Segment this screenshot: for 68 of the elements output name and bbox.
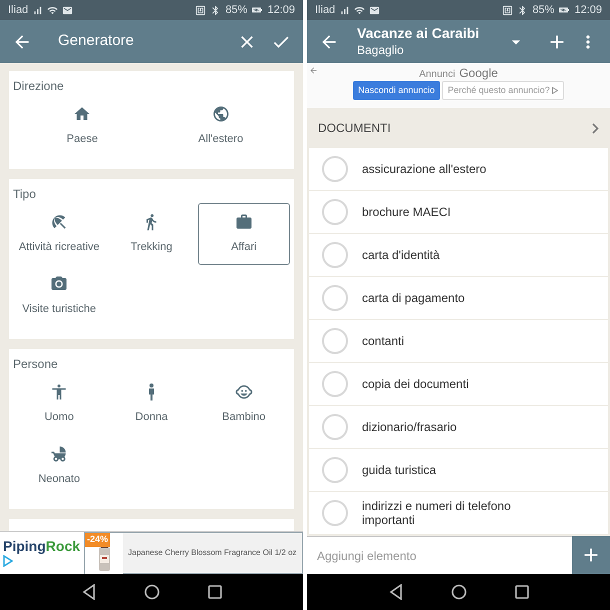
screen-title: Generatore xyxy=(58,31,135,52)
list-title: Vacanze ai Caraibi xyxy=(357,25,480,43)
category-header[interactable]: DOCUMENTI xyxy=(307,108,610,148)
umbrella-icon xyxy=(50,212,68,231)
recents-square-icon[interactable] xyxy=(514,585,528,599)
option-tile[interactable]: Uomo xyxy=(13,373,106,435)
nfc-icon xyxy=(502,4,514,16)
recents-square-icon[interactable] xyxy=(208,585,222,599)
checklist-item[interactable]: carta d'identità xyxy=(309,234,608,277)
signal-icon xyxy=(339,4,350,16)
baby-face-icon xyxy=(234,382,253,401)
person-icon xyxy=(50,382,68,401)
clock: 12:09 xyxy=(267,2,295,18)
back-icon[interactable] xyxy=(82,584,96,600)
option-tile[interactable]: Attività ricreative xyxy=(13,203,106,265)
ad-product-title: Japanese Cherry Blossom Fragrance Oil 1/2 oz xyxy=(128,547,297,559)
ad-provider: Google xyxy=(459,65,498,82)
hide-ad-button[interactable]: Nascondi annuncio xyxy=(353,81,440,100)
wifi-icon xyxy=(47,4,58,16)
battery-percent: 85% xyxy=(225,2,248,18)
option-tile[interactable]: Donna xyxy=(105,373,198,435)
wifi-icon xyxy=(354,4,366,16)
carrier-name: Iliad xyxy=(315,2,336,18)
chevron-right-icon xyxy=(592,122,599,134)
camera-icon xyxy=(50,274,68,293)
ad-choices-icon[interactable] xyxy=(3,555,13,567)
section-title: Tipo xyxy=(13,186,37,203)
mail-icon xyxy=(369,4,380,16)
checklist-item[interactable]: assicurazione all'estero xyxy=(309,148,608,191)
option-tile[interactable]: Trekking xyxy=(105,203,198,265)
section-title: Direzione xyxy=(13,78,65,95)
discount-badge: -24% xyxy=(85,533,110,546)
home-circle-icon[interactable] xyxy=(144,584,160,600)
mail-icon xyxy=(62,4,74,16)
option-tile[interactable]: Bambino xyxy=(198,373,290,435)
checklist-item[interactable]: carta di pagamento xyxy=(309,277,608,320)
checklist-item[interactable]: contanti xyxy=(309,320,608,363)
play-triangle-icon xyxy=(552,87,558,94)
battery-percent: 85% xyxy=(532,2,554,18)
ad-back-arrow-icon[interactable] xyxy=(309,66,318,75)
checklist-item[interactable]: dizionario/frasario xyxy=(309,406,608,449)
ad-banner[interactable]: PipingRock -24% Japanese Cherry Blossom Fragrance Oil 1/2 oz xyxy=(0,531,303,574)
signal-icon xyxy=(32,4,44,16)
list-subtitle: Bagaglio xyxy=(357,42,405,58)
briefcase-icon xyxy=(234,212,253,231)
home-circle-icon[interactable] xyxy=(450,584,466,600)
house-icon xyxy=(73,104,92,123)
brand-logo: PipingRock xyxy=(3,539,82,553)
option-tile[interactable]: All'estero xyxy=(152,95,290,157)
nfc-icon xyxy=(195,4,206,16)
clock: 12:09 xyxy=(574,2,602,18)
section-title: Persone xyxy=(13,356,59,373)
option-tile[interactable]: Neonato xyxy=(13,435,106,497)
checklist-item[interactable]: brochure MAECI xyxy=(309,191,608,234)
stroller-icon xyxy=(50,444,68,463)
back-icon[interactable] xyxy=(388,584,402,600)
globe-icon xyxy=(212,104,230,123)
carrier-name: Iliad xyxy=(8,2,28,18)
add-item-field[interactable]: Aggiungi elemento xyxy=(307,536,572,574)
checklist-item[interactable]: guida turistica xyxy=(309,449,608,492)
option-tile[interactable]: Visite turistiche xyxy=(13,265,106,327)
checklist-item[interactable]: copia dei documenti xyxy=(309,363,608,406)
option-tile[interactable]: Affari xyxy=(198,203,290,265)
option-tile[interactable]: Paese xyxy=(13,95,152,157)
woman-icon xyxy=(148,382,155,401)
ad-label: Annunci xyxy=(419,68,456,82)
add-item-button[interactable] xyxy=(572,536,610,574)
checklist-item[interactable]: indirizzi e numeri di telefono importanti xyxy=(309,492,608,535)
